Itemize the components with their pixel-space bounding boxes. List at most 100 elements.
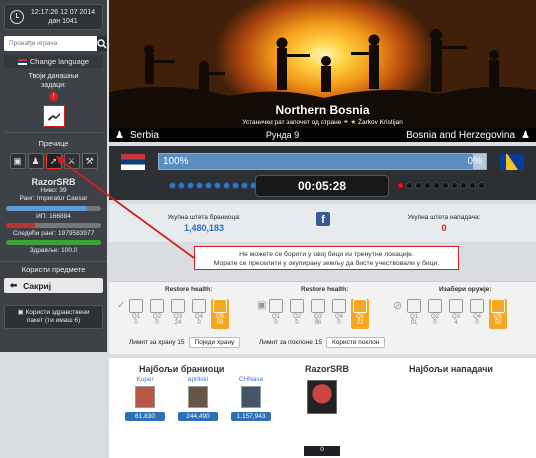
eat-food-button[interactable]: Поједи храну <box>188 337 241 348</box>
daily-task-button[interactable] <box>42 105 65 127</box>
xp-bar-fill <box>6 206 87 211</box>
sword-shortcut[interactable]: ➚ <box>45 153 62 169</box>
weapon-slot-q1[interactable]: Q1 91 <box>405 299 423 329</box>
username[interactable]: RazorSRB <box>0 177 107 187</box>
use-gift-button[interactable]: Користи поклон <box>325 337 386 348</box>
defender-name[interactable]: aprilski <box>178 376 218 383</box>
food-slot-q4[interactable]: Q4 0 <box>190 299 208 329</box>
slot-count: 0 <box>337 320 341 326</box>
location-alert: Не можете се борити у овој бици из трену… <box>194 246 459 270</box>
back-arrow-icon: ⬅ <box>10 280 18 290</box>
gift-title: Restore health: <box>301 286 349 293</box>
food-slot-q1[interactable]: Q1 0 <box>127 299 145 329</box>
user-plus-shortcut[interactable]: ♟ <box>27 153 44 169</box>
gift-slot-q1[interactable]: Q1 0 <box>267 299 285 329</box>
clock-time: 12:17:26 12 07 2014 <box>30 9 96 16</box>
subtitle-user-link[interactable]: Żarkov Kristijan <box>358 119 403 126</box>
round-dot <box>241 181 248 189</box>
food-slot-q5[interactable]: Q5 59 <box>211 299 229 329</box>
food-slot-q3[interactable]: Q3 24 <box>169 299 187 329</box>
hammer-shortcut[interactable]: ⚒ <box>81 153 98 169</box>
gift-slot-q4[interactable]: Q4 0 <box>330 299 348 329</box>
my-avatar[interactable] <box>307 380 337 414</box>
defender-rounds <box>397 179 485 191</box>
gift-slot-q3[interactable]: Q3 96 <box>309 299 327 329</box>
food-icon: ✓ <box>117 300 126 311</box>
defender-damage-label: Укупна штета браниоца: <box>167 214 241 221</box>
defender-name[interactable]: CHNase <box>231 376 271 383</box>
round-dot <box>214 181 221 189</box>
battle-subtitle: Устанички рат започет од стране ⚭ ★ Żark… <box>109 118 536 126</box>
round-timer: 00:05:28 <box>255 175 389 197</box>
defender-name[interactable]: Kuper <box>125 376 165 383</box>
clock-box: 12:17:26 12 07 2014 дан 1041 <box>4 4 103 30</box>
weapon-slot-q3[interactable]: Q3 4 <box>447 299 465 329</box>
gift-slot-q5[interactable]: Q5 22 <box>351 299 369 329</box>
gift-limit-text: Лимит за поклоне 15 <box>259 339 322 346</box>
slot-count: 0 <box>433 320 437 326</box>
search-button[interactable] <box>97 36 107 51</box>
rank-bar-fill <box>6 223 35 228</box>
defender-country[interactable]: Bosnia and Herzegovina <box>406 130 515 141</box>
xp-text: ИП: 166884 <box>36 213 71 220</box>
player-search <box>4 36 107 51</box>
subtitle-prefix: Устанички рат започет од стране <box>242 119 342 126</box>
tasks-label-2: задаци: <box>41 81 66 89</box>
cancel-weapon-icon[interactable]: ⊘ <box>393 299 402 312</box>
weapon-title: Изабери оружје: <box>439 286 492 293</box>
slot-count: 91 <box>410 320 418 326</box>
sidebar: 12:17:26 12 07 2014 дан 1041 Change lang… <box>0 0 107 352</box>
divider <box>4 132 103 133</box>
my-name-title: RazorSRB <box>305 364 350 374</box>
alert-line-2: Морате се преселити у окупирану земљу да… <box>213 260 440 267</box>
round-dot <box>406 181 413 189</box>
round-dot <box>169 181 176 189</box>
defender-damage-value: 1,480,183 <box>183 223 225 233</box>
hide-button[interactable]: ⬅ Сакриј <box>4 278 103 293</box>
ballot-shortcut[interactable]: ▣ <box>9 153 26 169</box>
change-language-button[interactable]: Change language <box>4 55 103 68</box>
rank-text: Ранг: Imperator Caesar <box>19 195 88 202</box>
rank-bar <box>6 223 101 228</box>
battle-status: 100% 0% 00:05:28 <box>109 146 536 200</box>
food-limit-text: Лимит за храну 15 <box>129 339 185 346</box>
weapon-slot-q5[interactable]: Q5 55 <box>489 299 507 329</box>
defender-card[interactable]: Kuper 61,830 <box>125 376 165 421</box>
food-item-icon <box>129 299 143 313</box>
change-language-label: Change language <box>29 57 90 66</box>
defender-avatar[interactable] <box>135 386 155 408</box>
food-item-icon <box>150 299 164 313</box>
round-dot <box>196 181 203 189</box>
round-dot <box>397 181 404 189</box>
gift-item-icon <box>290 299 304 313</box>
food-slot-q2[interactable]: Q2 0 <box>148 299 166 329</box>
facebook-icon[interactable]: f <box>316 212 330 226</box>
battle-shortcut[interactable]: ⚔ <box>63 153 80 169</box>
use-health-kit-button[interactable]: ▣ Користи здравствени пакет (ти имаш 6) <box>4 305 103 329</box>
food-item-icon <box>192 299 206 313</box>
wall-right-percent: 0% <box>467 156 482 167</box>
gift-slot-q2[interactable]: Q2 0 <box>288 299 306 329</box>
slot-count: 0 <box>197 320 201 326</box>
gift-item-icon <box>332 299 346 313</box>
defender-avatar[interactable] <box>188 386 208 408</box>
defender-avatar[interactable] <box>241 386 261 408</box>
health-kit-text-1: Користи здравствени <box>25 309 90 316</box>
link-icon: ⚭ <box>343 119 349 126</box>
top-defenders-title: Најбољи браниоци <box>139 364 225 374</box>
serbia-flag-icon <box>17 58 27 65</box>
defender-card[interactable]: CHNase 1,157,943 <box>231 376 271 421</box>
damage-panel: Укупна штета браниоца: 1,480,183 f Укупн… <box>109 204 536 242</box>
round-dot <box>232 181 239 189</box>
defender-card[interactable]: aprilski 244,490 <box>178 376 218 421</box>
attacker-country[interactable]: Serbia <box>130 130 159 141</box>
lower-panel: Најбољи браниоци RazorSRB Најбољи напада… <box>109 358 536 458</box>
slot-count: 55 <box>494 320 502 326</box>
clock-icon <box>10 10 24 24</box>
gift-item-icon <box>353 299 367 313</box>
search-input[interactable] <box>4 36 97 51</box>
slot-count: 59 <box>216 320 224 326</box>
weapon-slot-q4[interactable]: Q4 0 <box>468 299 486 329</box>
slot-count: 4 <box>454 320 458 326</box>
weapon-slot-q2[interactable]: Q2 0 <box>426 299 444 329</box>
